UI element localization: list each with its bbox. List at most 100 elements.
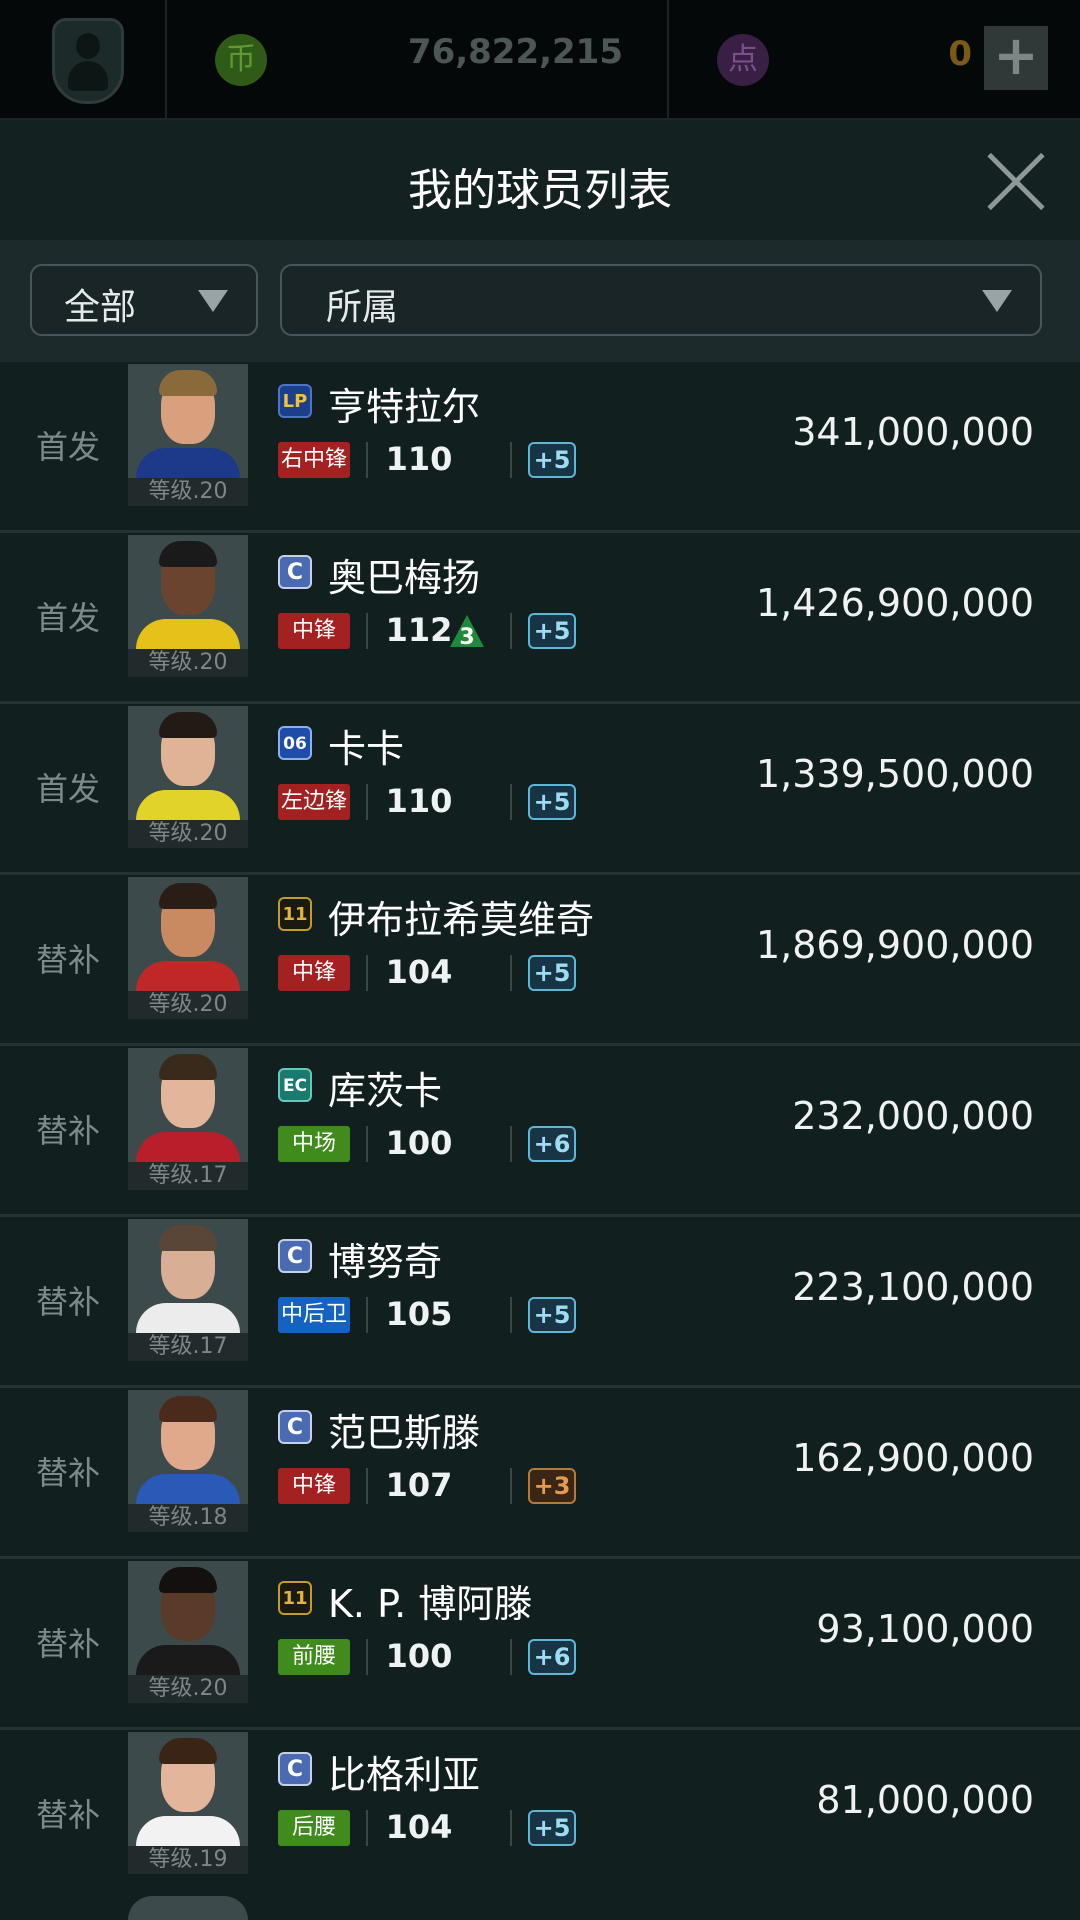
player-row[interactable]: 替补 等级.20 11 K. P. 博阿滕 前腰 100 +6 93,100,0… (0, 1559, 1080, 1730)
lineup-status: 替补 (36, 1283, 101, 1321)
player-row[interactable]: 首发 等级.20 C 奥巴梅扬 中锋 112 3 +5 1,426,900,000 (0, 533, 1080, 704)
upgrade-count: 3 (459, 625, 475, 650)
coin-amount: 76,822,215 (407, 32, 623, 72)
player-photo: 等级.20 (128, 1561, 248, 1703)
player-level: 等级.20 (128, 1675, 248, 1703)
position-badge: 中锋 (278, 613, 350, 649)
player-value: 223,100,000 (792, 1265, 1034, 1309)
divider (366, 1126, 368, 1162)
player-hair (159, 883, 217, 909)
dialog-header: 我的球员列表 (0, 120, 1080, 240)
close-icon[interactable] (986, 152, 1044, 210)
add-points-button[interactable]: + (984, 26, 1048, 90)
player-photo: 等级.20 (128, 364, 248, 506)
position-badge: 中锋 (278, 1468, 350, 1504)
divider (366, 784, 368, 820)
player-name: 伊布拉希莫维奇 (328, 898, 595, 942)
player-row[interactable]: 替补 等级.18 C 范巴斯滕 中锋 107 +3 162,900,000 (0, 1388, 1080, 1559)
player-photo: 等级.20 (128, 535, 248, 677)
point-amount: 0 (948, 34, 972, 74)
overall-value: 100 (385, 1124, 453, 1162)
player-photo: 等级.18 (128, 1390, 248, 1532)
overall-value: 110 (385, 440, 453, 478)
enhance-level-badge: +5 (528, 613, 576, 649)
player-value: 81,000,000 (816, 1778, 1034, 1822)
player-name: 库茨卡 (328, 1069, 443, 1113)
card-season-icon: 11 (278, 897, 312, 931)
manager-avatar[interactable] (0, 0, 167, 118)
player-value: 1,339,500,000 (755, 752, 1034, 796)
category-dropdown[interactable]: 全部 (30, 264, 258, 336)
manager-shield-icon (52, 18, 124, 104)
card-season-icon: 06 (278, 726, 312, 760)
card-season-icon: C (278, 1752, 312, 1786)
player-row[interactable]: 替补 等级.20 11 伊布拉希莫维奇 中锋 104 +5 1,869,900,… (0, 875, 1080, 1046)
divider (510, 613, 512, 649)
player-level: 等级.19 (128, 1846, 248, 1874)
player-row[interactable]: 替补 等级.17 EC 库茨卡 中场 100 +6 232,000,000 (0, 1046, 1080, 1217)
lineup-status: 首发 (36, 428, 101, 466)
lineup-status: 替补 (36, 941, 101, 979)
player-level: 等级.20 (128, 478, 248, 506)
player-level: 等级.17 (128, 1162, 248, 1190)
list-item-partial[interactable] (0, 1890, 1080, 1920)
position-badge: 左边锋 (278, 784, 350, 820)
card-season-icon: LP (278, 384, 312, 418)
player-photo: 等级.17 (128, 1219, 248, 1361)
divider (366, 955, 368, 991)
player-row[interactable]: 首发 等级.20 LP 亨特拉尔 右中锋 110 +5 341,000,000 (0, 362, 1080, 533)
divider (510, 955, 512, 991)
player-level: 等级.20 (128, 649, 248, 677)
lineup-status: 替补 (36, 1796, 101, 1834)
player-value: 93,100,000 (816, 1607, 1034, 1651)
divider (366, 1297, 368, 1333)
overall-rating: 110 (384, 782, 496, 820)
player-row[interactable]: 替补 等级.17 C 博努奇 中后卫 105 +5 223,100,000 (0, 1217, 1080, 1388)
player-photo: 等级.20 (128, 877, 248, 1019)
divider (366, 613, 368, 649)
player-name: 奥巴梅扬 (328, 556, 481, 600)
coin-panel: 币 76,822,215 (167, 0, 669, 118)
divider (366, 1468, 368, 1504)
divider (510, 1468, 512, 1504)
card-season-icon: C (278, 555, 312, 589)
divider (366, 442, 368, 478)
overall-rating: 110 (384, 440, 496, 478)
player-photo: 等级.20 (128, 706, 248, 848)
divider (510, 1126, 512, 1162)
enhance-level-badge: +5 (528, 1810, 576, 1846)
chevron-down-icon (982, 290, 1012, 312)
player-hair (159, 1738, 217, 1764)
divider (510, 1810, 512, 1846)
player-name: 比格利亚 (328, 1753, 481, 1797)
team-dropdown[interactable]: 所属 (280, 264, 1042, 336)
divider (510, 784, 512, 820)
player-row[interactable]: 首发 等级.20 06 卡卡 左边锋 110 +5 1,339,500,000 (0, 704, 1080, 875)
enhance-level-badge: +6 (528, 1126, 576, 1162)
lineup-status: 首发 (36, 599, 101, 637)
enhance-level-badge: +6 (528, 1639, 576, 1675)
player-row[interactable]: 替补 等级.19 C 比格利亚 后腰 104 +5 81,000,000 (0, 1730, 1080, 1901)
card-season-icon: 11 (278, 1581, 312, 1615)
player-level: 等级.20 (128, 991, 248, 1019)
position-badge: 右中锋 (278, 442, 350, 478)
player-photo (128, 1896, 248, 1920)
overall-rating: 107 (384, 1466, 496, 1504)
lineup-status: 替补 (36, 1112, 101, 1150)
player-value: 1,426,900,000 (755, 581, 1034, 625)
player-level: 等级.18 (128, 1504, 248, 1532)
player-name: 范巴斯滕 (328, 1411, 481, 1455)
card-season-icon: EC (278, 1068, 312, 1102)
team-dropdown-label: 所属 (326, 287, 399, 328)
divider (510, 1297, 512, 1333)
filter-bar: 全部 所属 (0, 240, 1080, 362)
divider (510, 1639, 512, 1675)
position-badge: 前腰 (278, 1639, 350, 1675)
overall-value: 112 (385, 611, 453, 649)
upgrade-arrow-icon: 3 (450, 615, 484, 650)
divider (366, 1639, 368, 1675)
position-badge: 中后卫 (278, 1297, 350, 1333)
player-name: K. P. 博阿滕 (328, 1582, 533, 1626)
divider (510, 442, 512, 478)
overall-value: 107 (385, 1466, 453, 1504)
